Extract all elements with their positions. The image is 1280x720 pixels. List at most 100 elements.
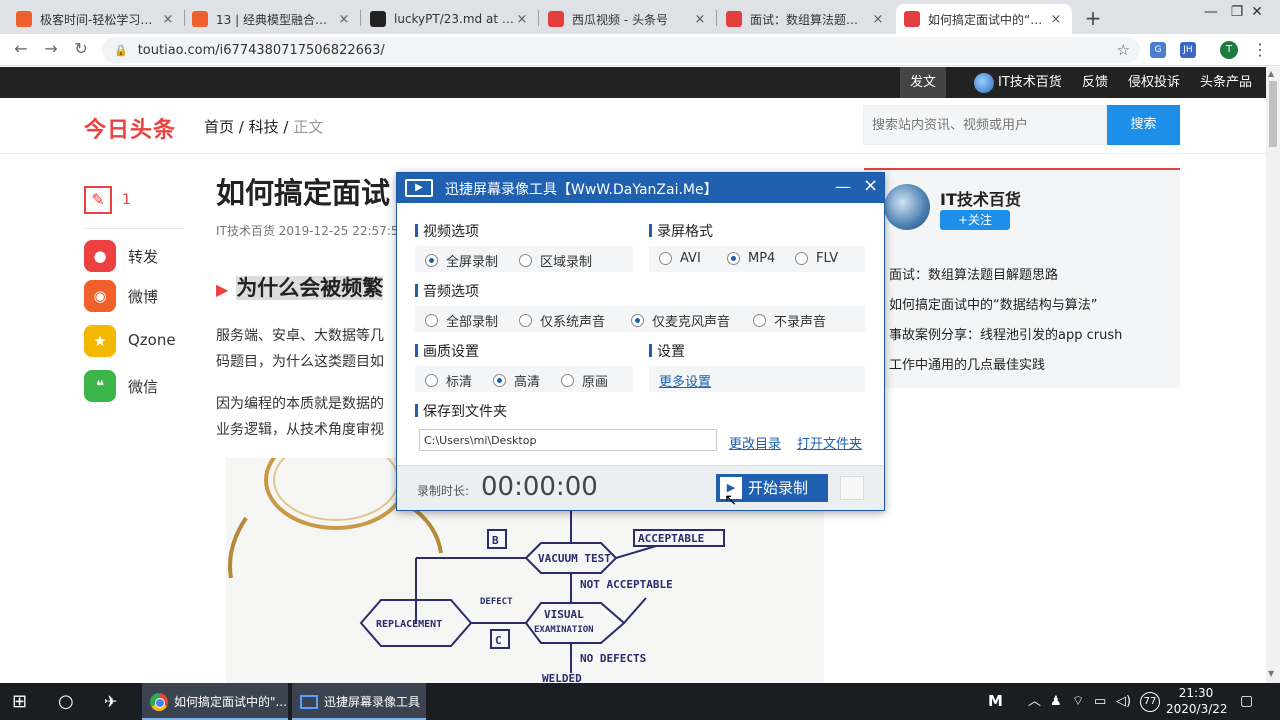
extension-jh-icon[interactable]: JH [1180,42,1196,58]
search-circle-icon[interactable]: ○ [58,683,74,720]
account-link[interactable]: IT技术百货 [964,67,1072,98]
format-options-group: AVI MP4 FLV [649,246,865,272]
notification-icon[interactable]: ▢ [1240,683,1253,720]
share-label: Qzone [128,331,176,349]
dialog-minimize-button[interactable]: — [835,177,851,196]
ime-indicator[interactable]: M [988,683,1003,720]
close-window-button[interactable]: ✕ [1234,4,1280,20]
change-directory-link[interactable]: 更改目录 [729,433,781,452]
dialog-title-bar[interactable]: ▶ 迅捷屏幕录像工具【WwW.DaYanZai.Me】 — × [397,173,884,203]
share-label: 微信 [128,378,159,396]
close-tab-icon[interactable]: × [1048,12,1064,27]
breadcrumb-tech[interactable]: 科技 [249,118,279,136]
taskbar-recorder[interactable]: 迅捷屏幕录像工具 [292,683,426,720]
article-title: 如何搞定面试 [216,176,391,210]
save-path-input[interactable] [419,429,717,451]
quality-option-sd[interactable]: 标清 [425,371,472,390]
author-name[interactable]: IT技术百货 [940,186,1021,210]
search-button[interactable]: 搜索 [1107,105,1180,145]
audio-option-none[interactable]: 不录声音 [753,311,826,330]
radio-icon [659,252,672,265]
close-tab-icon[interactable]: × [160,12,176,27]
close-tab-icon[interactable]: × [514,12,530,27]
comment-icon[interactable]: ✎ [84,186,112,214]
format-option-mp4[interactable]: MP4 [727,251,775,266]
paragraph-line: 服务端、安卓、大数据等几 [216,328,384,344]
audio-option-all[interactable]: 全部录制 [425,311,498,330]
scroll-down-icon[interactable]: ▼ [1268,669,1274,678]
lock-icon: 🔒 [114,43,128,57]
app-launcher-icon[interactable]: ✈ [104,683,117,720]
back-icon[interactable]: ← [10,39,32,61]
radio-icon [753,314,766,327]
taskbar-clock[interactable]: 21:30 2020/3/22 [1166,685,1228,717]
audio-option-system[interactable]: 仅系统声音 [519,311,605,330]
clock-time: 21:30 [1178,686,1214,700]
start-recording-label: 开始录制 [748,479,809,497]
related-article-link[interactable]: 工作中通用的几点最佳实践 [889,354,1045,373]
option-label: 区域录制 [540,255,593,270]
tray-battery-icon[interactable]: ▭ [1094,683,1106,720]
quality-option-original[interactable]: 原画 [561,371,608,390]
related-article-link[interactable]: 面试：数组算法题目解题思路 [889,264,1058,283]
tab-title: 如何搞定面试中的“数据结构 [928,12,1048,27]
author-avatar[interactable] [884,184,930,230]
tab-title: luckyPT/23.md at master [394,12,514,26]
taskbar-chrome[interactable]: 如何搞定面试中的"... [142,683,288,720]
complaint-link[interactable]: 侵权投诉 [1118,67,1190,98]
open-folder-link[interactable]: 打开文件夹 [797,433,862,452]
more-settings-link[interactable]: 更多设置 [659,371,711,390]
tray-volume-icon[interactable]: ◁) [1116,683,1131,720]
flow-label: REPLACEMENT [376,619,442,630]
option-label: FLV [816,251,839,266]
close-tab-icon[interactable]: × [870,12,886,27]
format-option-avi[interactable]: AVI [659,251,701,266]
feedback-link[interactable]: 反馈 [1072,67,1118,98]
tray-temp-badge[interactable]: 77 [1140,692,1160,712]
bookmark-star-icon[interactable]: ☆ [1117,41,1130,59]
format-option-flv[interactable]: FLV [795,251,838,266]
toutiao-logo[interactable]: 今日头条 [84,112,176,144]
url-bar[interactable]: 🔒 toutiao.com/i6774380717506822663/ ☆ [102,37,1140,63]
close-tab-icon[interactable]: × [692,12,708,27]
extension-translate-icon[interactable]: G [1150,42,1166,58]
windows-start-icon[interactable]: ⊞ [12,683,32,720]
menu-kebab-icon[interactable]: ⋮ [1252,40,1268,59]
browser-tab[interactable]: 13 | 经典模型融合办法：线性× [184,4,360,34]
stop-button[interactable] [840,476,864,500]
search-input[interactable] [863,105,1107,145]
breadcrumb-home[interactable]: 首页 [204,118,234,136]
tray-wifi-icon[interactable]: ⌔ [1072,683,1084,720]
page-scrollbar[interactable]: ▲ ▼ [1266,67,1280,683]
publish-link[interactable]: 发文 [900,67,947,98]
repost-icon: ● [84,240,116,272]
video-option-region[interactable]: 区域录制 [519,251,592,270]
breadcrumb-sep: / [234,118,249,136]
scrollbar-thumb[interactable] [1269,81,1277,147]
flow-label: VACUUM TEST [538,552,611,565]
browser-tab[interactable]: 西瓜视频 - 头条号 × [540,4,716,34]
tab-separator [360,10,361,26]
forward-icon[interactable]: → [40,39,62,61]
tab-title: 极客时间-轻松学习、高效学习 [40,12,160,27]
dialog-close-button[interactable]: × [863,175,878,196]
new-tab-button[interactable]: + [1082,6,1104,30]
reload-icon[interactable]: ↻ [70,39,92,61]
browser-tab[interactable]: 如何搞定面试中的“数据结构× [896,4,1072,34]
follow-button[interactable]: +关注 [940,210,1010,230]
option-label: 仅系统声音 [540,315,606,330]
audio-option-mic[interactable]: 仅麦克风声音 [631,311,730,330]
video-option-fullscreen[interactable]: 全屏录制 [425,251,498,270]
profile-avatar[interactable]: T [1220,41,1238,59]
tray-chevron-icon[interactable]: ︿ [1028,683,1041,720]
browser-tab[interactable]: 极客时间-轻松学习、高效学习× [8,4,184,34]
related-article-link[interactable]: 如何搞定面试中的“数据结构与算法” [889,294,1097,313]
close-tab-icon[interactable]: × [336,12,352,27]
related-article-link[interactable]: 事故案例分享：线程池引发的app crush [889,324,1122,343]
quality-option-hd[interactable]: 高清 [493,371,540,390]
browser-tab[interactable]: 面试：数组算法题目解题思路× [718,4,894,34]
scroll-up-icon[interactable]: ▲ [1268,69,1274,78]
tray-person-icon[interactable]: ♟ [1050,683,1062,720]
products-link[interactable]: 头条产品 [1190,67,1262,98]
browser-tab[interactable]: luckyPT/23.md at master× [362,4,538,34]
